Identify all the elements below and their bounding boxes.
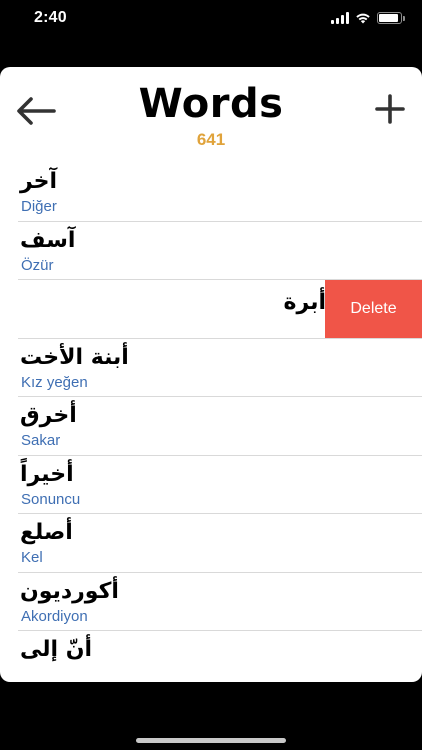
arabic-word: آسف (20, 227, 76, 253)
turkish-translation: Sakar (21, 432, 61, 449)
battery-level (379, 14, 398, 22)
list-item[interactable]: أخرق Sakar (0, 397, 422, 456)
swiped-row-content: أبرة (0, 280, 326, 339)
list-item[interactable]: أنّ إلى (0, 631, 422, 682)
cellular-signal-icon (331, 12, 349, 24)
turkish-translation: Akordiyon (21, 607, 88, 625)
list-item[interactable]: أصلع Kel (0, 514, 422, 573)
arabic-word: آخر (20, 169, 58, 194)
add-word-button[interactable] (372, 91, 408, 127)
word-list: آخر Diğer آسف Özür أبرة Delete أبنة الأخ… (0, 163, 422, 682)
page-title: Words (138, 81, 284, 127)
navigation-bar: Words 641 (0, 67, 422, 159)
turkish-translation: Sonuncu (21, 490, 81, 508)
words-sheet: Words 641 آخر Diğer آسف Özür أبرة Delete… (0, 67, 422, 682)
list-item[interactable]: آسف Özür (0, 222, 422, 281)
turkish-translation: Özür (21, 256, 54, 274)
list-item[interactable]: آخر Diğer (0, 163, 422, 222)
word-count: 641 (196, 130, 226, 149)
turkish-translation: Kız yeğen (21, 373, 88, 391)
list-item[interactable]: أبنة الأخت Kız yeğen (0, 339, 422, 398)
plus-icon (375, 94, 405, 124)
arabic-word: أصلع (20, 520, 73, 545)
delete-button[interactable]: Delete (325, 280, 422, 338)
arabic-word: أخيراً (20, 461, 74, 487)
status-bar: 2:40 (0, 0, 422, 40)
home-indicator[interactable] (136, 738, 286, 743)
arabic-word: أبنة الأخت (20, 344, 129, 370)
arabic-word: أنّ إلى (20, 637, 93, 662)
list-item-swiped[interactable]: أبرة Delete (0, 280, 422, 339)
arabic-word: أكورديون (20, 578, 119, 604)
turkish-translation: Kel (21, 549, 43, 566)
status-time: 2:40 (34, 9, 67, 26)
battery-icon (377, 12, 405, 24)
list-item[interactable]: أكورديون Akordiyon (0, 573, 422, 632)
list-item[interactable]: أخيراً Sonuncu (0, 456, 422, 515)
turkish-translation: Diğer (21, 198, 57, 215)
wifi-icon (356, 13, 370, 24)
status-icons (331, 12, 405, 24)
arabic-word: أبرة (283, 290, 326, 315)
arabic-word: أخرق (20, 403, 77, 428)
